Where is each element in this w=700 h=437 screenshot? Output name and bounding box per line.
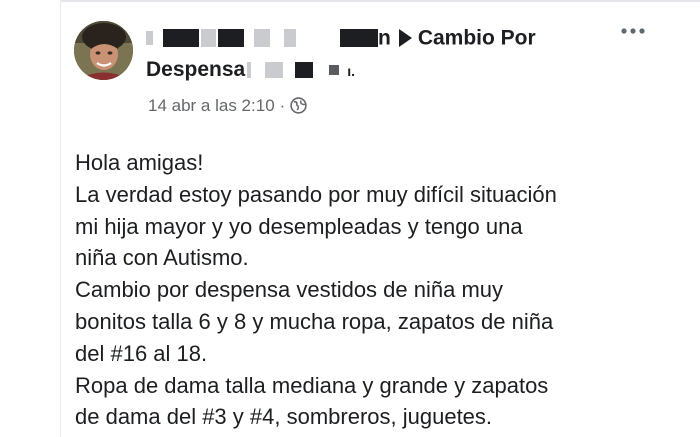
redacted-author-name xyxy=(146,31,153,46)
redacted-author-name xyxy=(163,29,199,48)
more-options-icon[interactable] xyxy=(618,20,650,42)
post-text-line: Ropa de dama talla mediana y grande y za… xyxy=(75,372,549,398)
redacted-text xyxy=(247,62,252,79)
group-name-line: Despensa ı. xyxy=(146,58,355,82)
group-name[interactable]: Cambio Por xyxy=(418,26,536,49)
timestamp[interactable]: 14 abr a las 2:10 xyxy=(148,96,275,115)
post-text-line: de dama del #3 y #4, sombreros, juguetes… xyxy=(75,404,493,430)
group-name-continued[interactable]: Despensa xyxy=(146,58,245,81)
post-text-line: La verdad estoy pasando por muy difícil … xyxy=(75,181,557,207)
arrow-right-icon xyxy=(398,29,412,48)
globe-icon[interactable] xyxy=(290,97,308,119)
post-text-line: niña con Autismo. xyxy=(75,245,249,271)
redacted-author-name xyxy=(340,29,378,48)
redacted-author-name xyxy=(201,29,216,48)
post-text-line: bonitos talla 6 y 8 y mucha ropa, zapato… xyxy=(75,308,554,334)
post-meta: 14 abr a las 2:10 · xyxy=(148,96,308,119)
post-text-line: Hola amigas! xyxy=(75,150,204,175)
post-text-line: mi hija mayor y yo desempleadas y tengo … xyxy=(75,213,523,239)
group-name-fragment: ı. xyxy=(347,63,355,79)
redacted-author-name xyxy=(254,29,270,48)
post-text-line: Cambio por despensa vestidos de niña muy xyxy=(75,277,504,303)
redacted-text xyxy=(329,65,340,76)
post-message: Hola amigas! La verdad estoy pasando por… xyxy=(75,147,685,433)
redacted-author-name xyxy=(284,29,296,48)
author-name-fragment[interactable]: n xyxy=(378,26,391,49)
meta-separator: · xyxy=(279,96,286,115)
avatar-photo xyxy=(74,21,133,80)
facebook-post: n Cambio Por Despensa ı. 14 abr a las 2:10… xyxy=(0,0,700,437)
redacted-text xyxy=(265,62,284,79)
post-text-line: del #16 al 18. xyxy=(75,340,208,366)
redacted-author-name xyxy=(218,29,244,48)
redacted-text xyxy=(295,62,314,79)
post-left-border xyxy=(60,0,61,437)
post-header: n Cambio Por xyxy=(146,26,536,56)
avatar[interactable] xyxy=(74,21,133,80)
post-top-border xyxy=(60,0,700,2)
